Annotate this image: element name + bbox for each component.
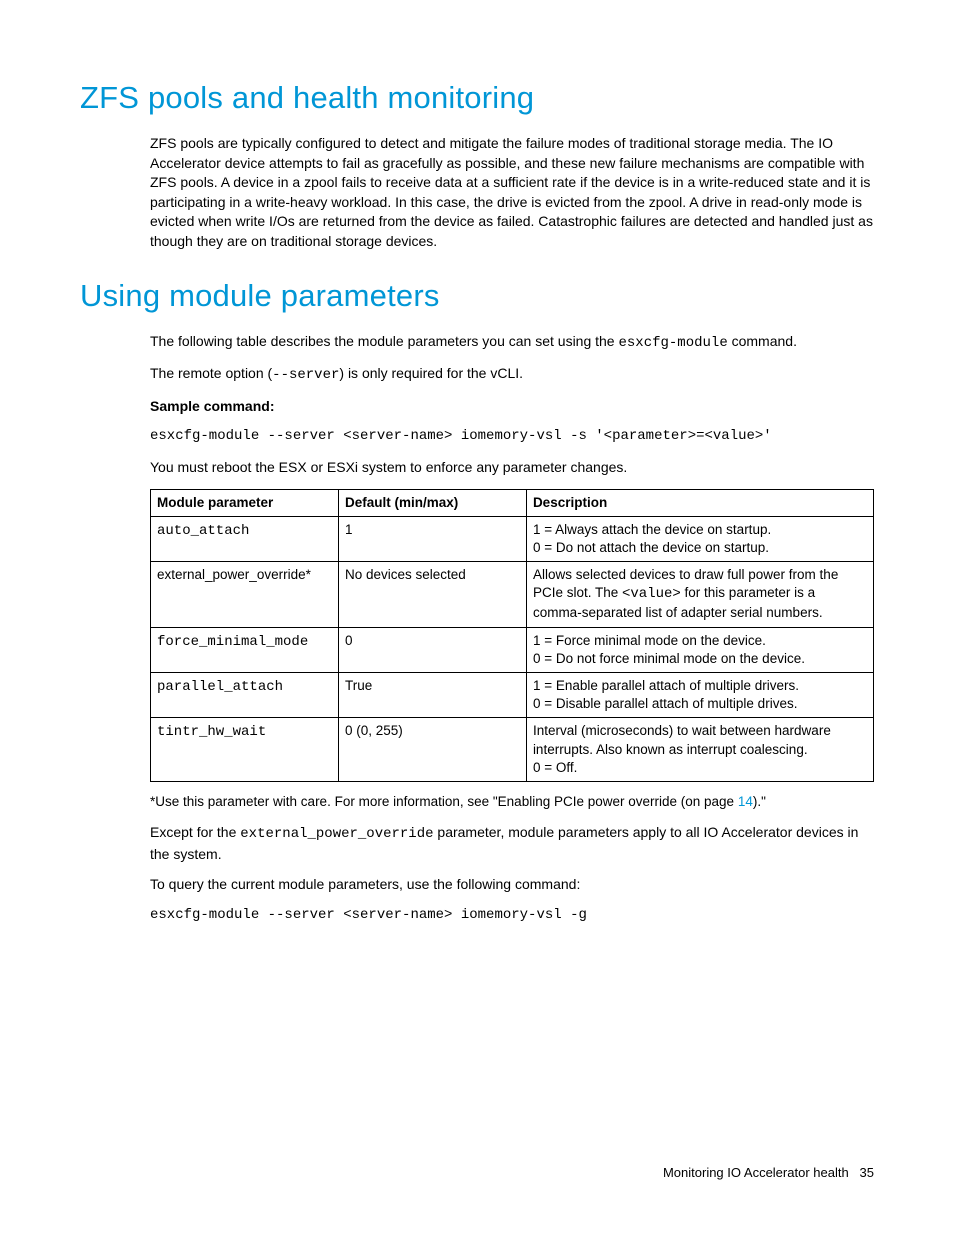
table-row: tintr_hw_wait 0 (0, 255) Interval (micro… xyxy=(151,718,874,782)
cell-desc: 1 = Enable parallel attach of multiple d… xyxy=(526,672,873,717)
footnote-post: )." xyxy=(753,794,766,809)
table-row: force_minimal_mode 0 1 = Force minimal m… xyxy=(151,627,874,672)
cell-default: 0 (0, 255) xyxy=(338,718,526,782)
except-pre: Except for the xyxy=(150,824,240,840)
footnote-page-link[interactable]: 14 xyxy=(738,794,753,809)
table-row: external_power_override* No devices sele… xyxy=(151,562,874,627)
section-heading-module-params: Using module parameters xyxy=(80,278,874,314)
th-description: Description xyxy=(526,489,873,516)
cell-desc: 1 = Always attach the device on startup.… xyxy=(526,516,873,561)
cell-param: auto_attach xyxy=(151,516,339,561)
zfs-paragraph: ZFS pools are typically configured to de… xyxy=(150,134,874,252)
footer-page-number: 35 xyxy=(860,1165,874,1180)
intro-post: command. xyxy=(728,333,797,349)
sample-command: esxcfg-module --server <server-name> iom… xyxy=(150,427,874,447)
cell-default: No devices selected xyxy=(338,562,526,627)
cell-param: force_minimal_mode xyxy=(151,627,339,672)
table-row: parallel_attach True 1 = Enable parallel… xyxy=(151,672,874,717)
section-heading-zfs: ZFS pools and health monitoring xyxy=(80,80,874,116)
desc-code: <value> xyxy=(622,586,681,602)
except-code: external_power_override xyxy=(240,826,433,842)
param-auto-attach: auto_attach xyxy=(157,523,249,539)
cell-param: external_power_override* xyxy=(151,562,339,627)
section2-body: The following table describes the module… xyxy=(150,332,874,926)
sample-command-label: Sample command: xyxy=(150,397,874,417)
intro-code: esxcfg-module xyxy=(619,335,728,351)
cell-default: 1 xyxy=(338,516,526,561)
footnote: *Use this parameter with care. For more … xyxy=(150,793,874,812)
param-tintr-hw-wait: tintr_hw_wait xyxy=(157,724,266,740)
remote-pre: The remote option ( xyxy=(150,365,272,381)
query-line: To query the current module parameters, … xyxy=(150,875,874,895)
section1-body: ZFS pools are typically configured to de… xyxy=(150,134,874,252)
footer-text: Monitoring IO Accelerator health xyxy=(663,1165,849,1180)
page-footer: Monitoring IO Accelerator health 35 xyxy=(663,1165,874,1180)
footnote-pre: *Use this parameter with care. For more … xyxy=(150,794,738,809)
module-parameters-table: Module parameter Default (min/max) Descr… xyxy=(150,489,874,783)
cell-param: parallel_attach xyxy=(151,672,339,717)
intro-paragraph: The following table describes the module… xyxy=(150,332,874,354)
query-command: esxcfg-module --server <server-name> iom… xyxy=(150,906,874,926)
cell-desc: Interval (microseconds) to wait between … xyxy=(526,718,873,782)
table-row: auto_attach 1 1 = Always attach the devi… xyxy=(151,516,874,561)
cell-param: tintr_hw_wait xyxy=(151,718,339,782)
intro-pre: The following table describes the module… xyxy=(150,333,619,349)
remote-post: ) is only required for the vCLI. xyxy=(339,365,523,381)
th-default: Default (min/max) xyxy=(338,489,526,516)
reboot-note: You must reboot the ESX or ESXi system t… xyxy=(150,458,874,478)
table-header-row: Module parameter Default (min/max) Descr… xyxy=(151,489,874,516)
cell-desc: Allows selected devices to draw full pow… xyxy=(526,562,873,627)
th-module-parameter: Module parameter xyxy=(151,489,339,516)
except-paragraph: Except for the external_power_override p… xyxy=(150,823,874,864)
cell-default: True xyxy=(338,672,526,717)
remote-code: --server xyxy=(272,367,339,383)
cell-desc: 1 = Force minimal mode on the device. 0 … xyxy=(526,627,873,672)
cell-default: 0 xyxy=(338,627,526,672)
param-parallel-attach: parallel_attach xyxy=(157,679,283,695)
param-force-minimal-mode: force_minimal_mode xyxy=(157,634,308,650)
remote-option-paragraph: The remote option (--server) is only req… xyxy=(150,364,874,386)
